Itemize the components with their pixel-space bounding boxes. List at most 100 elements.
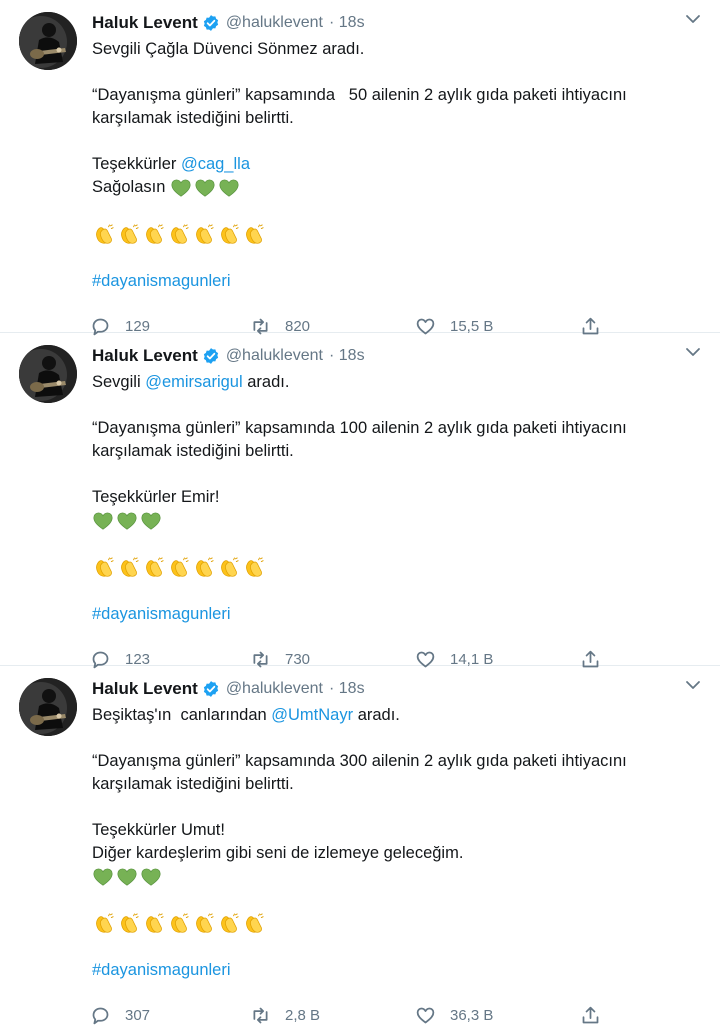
clapping-hands-emoji-icon xyxy=(171,913,189,933)
clapping-hands-emoji-icon xyxy=(146,224,164,244)
verified-badge-icon xyxy=(203,15,218,31)
tweet[interactable]: Haluk Levent @haluklevent · 18s Sevgili … xyxy=(0,0,720,335)
green-heart-emoji-icon xyxy=(195,179,215,197)
green-heart-emoji-icon xyxy=(141,868,161,886)
clapping-hands-emoji-icon xyxy=(96,224,114,244)
hashtag-link[interactable]: #dayanismagunleri xyxy=(92,272,231,290)
heart-emojis xyxy=(92,509,162,533)
clapping-hands-emoji-icon xyxy=(121,913,139,933)
tweet-line: Teşekkürler Umut! xyxy=(92,819,692,842)
tweet-line: karşılamak istediğini belirtti. xyxy=(92,773,692,796)
tweet-timestamp[interactable]: · 18s xyxy=(329,680,365,698)
mention-link[interactable]: @UmtNayr xyxy=(271,706,353,724)
tweet-text: Beşiktaş'ın canlarından @UmtNayr aradı. “… xyxy=(92,704,692,982)
emoji-row xyxy=(92,912,692,936)
share-button[interactable] xyxy=(580,1005,601,1026)
chevron-down-icon[interactable] xyxy=(684,676,702,694)
tweet-line: Sevgili @emirsarigul aradı. xyxy=(92,371,692,394)
tweet-timestamp[interactable]: · 18s xyxy=(329,347,365,365)
author-name[interactable]: Haluk Levent xyxy=(92,346,198,366)
retweet-count: 820 xyxy=(285,317,311,335)
tweet-text-segment: “Dayanışma günleri” kapsamında 100 ailen… xyxy=(92,419,627,437)
tweet-line: #dayanismagunleri xyxy=(92,603,692,626)
tweet[interactable]: Haluk Levent @haluklevent · 18s Beşiktaş… xyxy=(0,666,720,1024)
green-heart-emoji-icon xyxy=(171,179,191,197)
clapping-hands-emoji-icon xyxy=(196,557,214,577)
green-heart-emoji-icon xyxy=(93,512,113,530)
tweet-text-segment: aradı. xyxy=(353,706,400,724)
tweet-line: karşılamak istediğini belirtti. xyxy=(92,107,692,130)
heart-outline-icon xyxy=(416,1007,435,1023)
chevron-down-icon[interactable] xyxy=(684,343,702,361)
tweet-text-segment: Teşekkürler Emir! xyxy=(92,488,220,506)
author-name[interactable]: Haluk Levent xyxy=(92,13,198,33)
clapping-hands-emoji-icon xyxy=(171,224,189,244)
clapping-hands-emoji-icon xyxy=(121,224,139,244)
tweet-line xyxy=(92,509,692,533)
tweet-text-segment: Teşekkürler Umut! xyxy=(92,821,225,839)
author-name[interactable]: Haluk Levent xyxy=(92,679,198,699)
retweet-count: 730 xyxy=(285,650,311,668)
tweet-text: Sevgili Çağla Düvenci Sönmez aradı. “Daya… xyxy=(92,38,692,293)
author-handle[interactable]: @haluklevent xyxy=(226,347,323,365)
tweet[interactable]: Haluk Levent @haluklevent · 18s Sevgili … xyxy=(0,333,720,668)
emoji-row xyxy=(92,556,692,580)
share-icon xyxy=(582,1006,599,1023)
chevron-down-icon[interactable] xyxy=(684,10,702,28)
tweet-line: “Dayanışma günleri” kapsamında 50 aileni… xyxy=(92,84,692,107)
mention-link[interactable]: @emirsarigul xyxy=(145,373,242,391)
clapping-hands-emoji-icon xyxy=(246,557,264,577)
like-count: 14,1 B xyxy=(450,650,494,668)
clapping-hands-emoji-icon xyxy=(246,913,264,933)
tweet-header: Haluk Levent @haluklevent · 18s xyxy=(92,345,365,367)
hashtag-link[interactable]: #dayanismagunleri xyxy=(92,605,231,623)
tweet-text-segment: Beşiktaş'ın canlarından xyxy=(92,706,272,724)
tweet-feed: Haluk Levent @haluklevent · 18s Sevgili … xyxy=(0,0,720,1024)
green-heart-emoji-icon xyxy=(219,179,239,197)
clapping-hands-emoji-icon xyxy=(196,224,214,244)
avatar[interactable] xyxy=(19,678,77,736)
reply-icon xyxy=(92,1007,109,1024)
tweet-line: Teşekkürler Emir! xyxy=(92,486,692,509)
clapping-hands-emoji-icon xyxy=(196,913,214,933)
verified-badge-icon xyxy=(203,348,218,364)
clapping-hands-emoji-icon xyxy=(171,557,189,577)
hashtag-link[interactable]: #dayanismagunleri xyxy=(92,961,231,979)
tweet-line: Teşekkürler @cag_lla xyxy=(92,153,692,176)
tweet-text-segment: karşılamak istediğini belirtti. xyxy=(92,775,294,793)
avatar[interactable] xyxy=(19,12,77,70)
tweet-text-segment: Sevgili xyxy=(92,373,146,391)
heart-emojis xyxy=(92,865,162,889)
green-heart-emoji-icon xyxy=(117,868,137,886)
tweet-line: “Dayanışma günleri” kapsamında 100 ailen… xyxy=(92,417,692,440)
clapping-hands-emoji-icon xyxy=(221,224,239,244)
reply-button[interactable]: 307 xyxy=(90,1005,150,1026)
green-heart-emoji-icon xyxy=(93,868,113,886)
clapping-hands-emoji-icon xyxy=(221,557,239,577)
clapping-hands-emoji-icon xyxy=(246,224,264,244)
tweet-text-segment: Teşekkürler xyxy=(92,155,181,173)
tweet-line: Sevgili Çağla Düvenci Sönmez aradı. xyxy=(92,38,692,61)
retweet-button[interactable]: 2,8 B xyxy=(250,1005,320,1026)
avatar[interactable] xyxy=(19,345,77,403)
retweet-icon xyxy=(253,1007,268,1023)
mention-link[interactable]: @cag_lla xyxy=(181,155,250,173)
verified-badge-icon xyxy=(203,681,218,697)
tweet-line: karşılamak istediğini belirtti. xyxy=(92,440,692,463)
author-handle[interactable]: @haluklevent xyxy=(226,14,323,32)
like-button[interactable]: 36,3 B xyxy=(415,1005,493,1026)
clapping-hands-emoji-icon xyxy=(121,557,139,577)
tweet-timestamp[interactable]: · 18s xyxy=(329,14,365,32)
green-heart-emoji-icon xyxy=(141,512,161,530)
heart-emojis xyxy=(170,176,240,200)
author-handle[interactable]: @haluklevent xyxy=(226,680,323,698)
tweet-text-segment: “Dayanışma günleri” kapsamında 50 aileni… xyxy=(92,86,627,104)
